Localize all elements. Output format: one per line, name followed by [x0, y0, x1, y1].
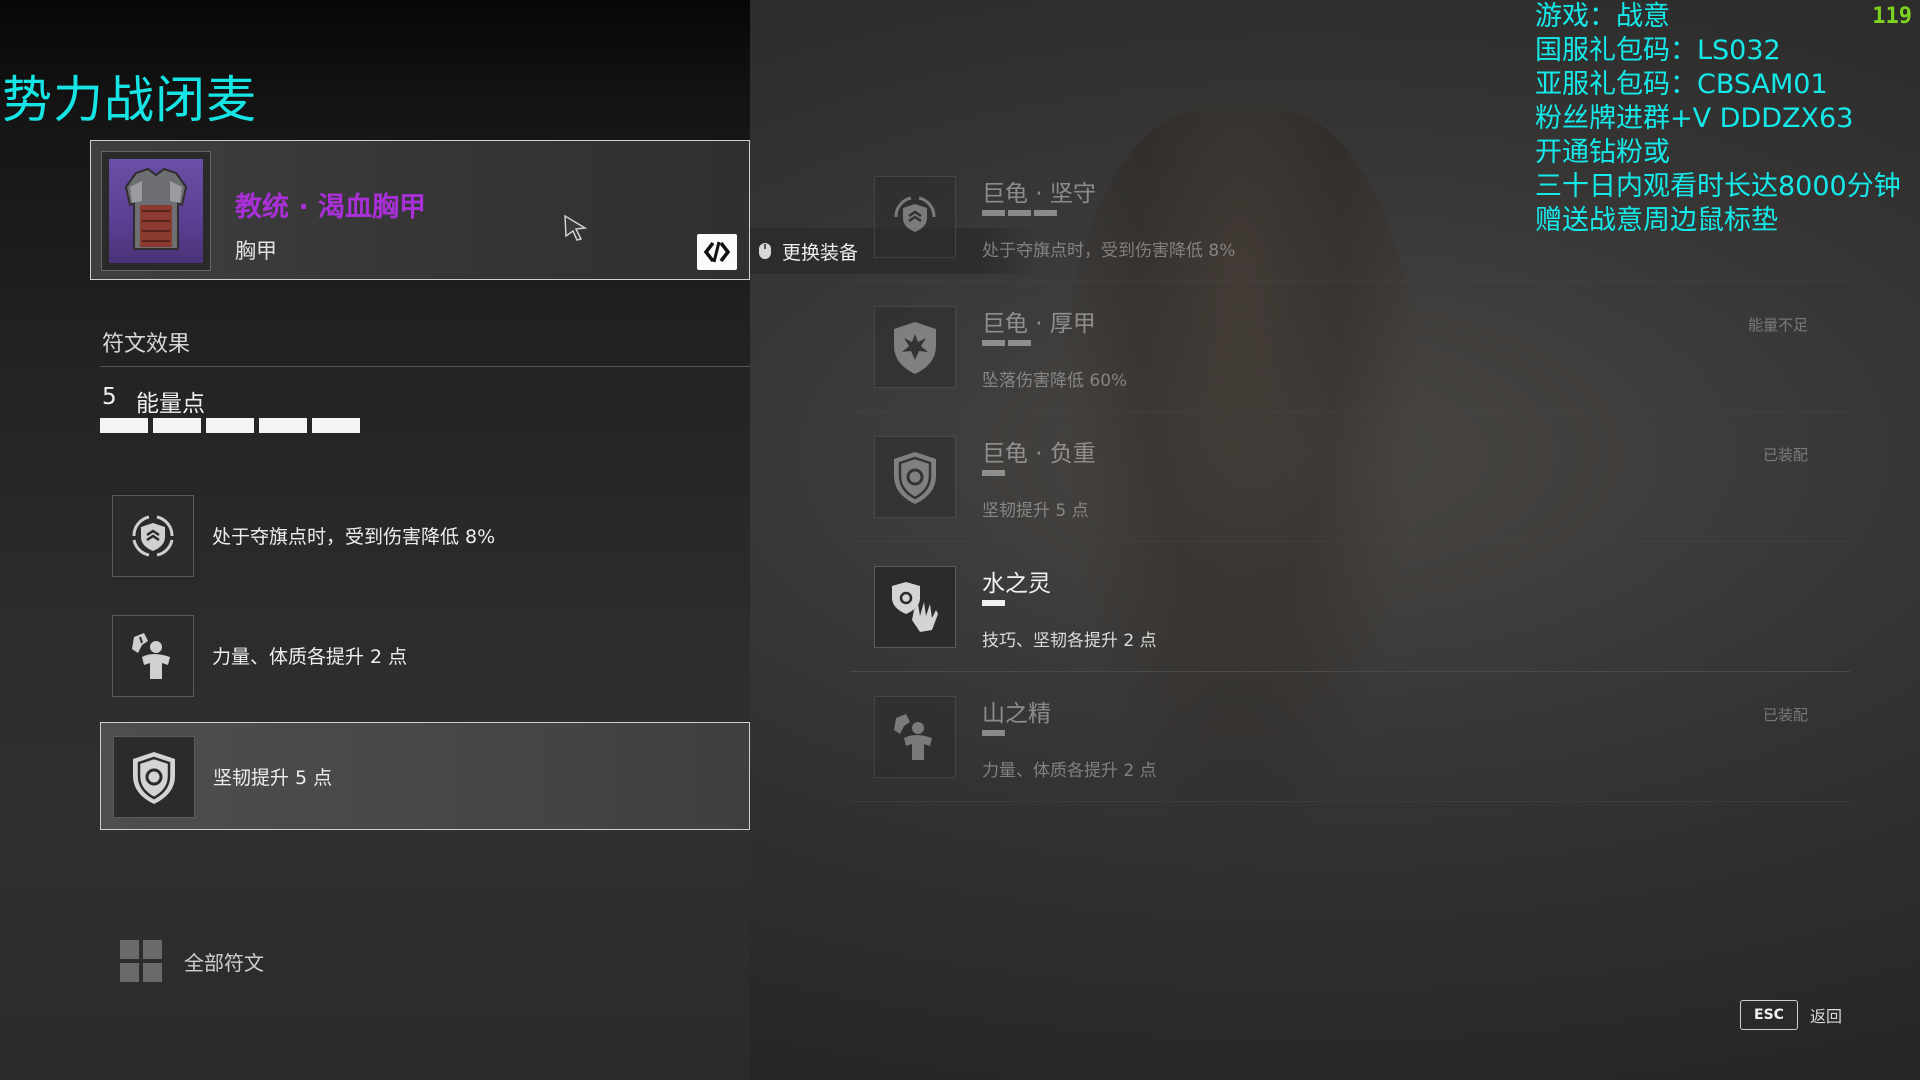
- rune-description: 处于夺旗点时，受到伤害降低 8%: [982, 241, 1236, 261]
- rune-list-item[interactable]: 水之灵 技巧、坚韧各提升 2 点: [850, 542, 1850, 672]
- rune-name: 水之灵: [982, 571, 1051, 597]
- grid-icon: [120, 940, 162, 982]
- overlay-line: 赠送战意周边鼠标垫: [1535, 205, 1778, 236]
- page-title: 势力战闭麦: [2, 71, 257, 129]
- fps-counter: 119: [1872, 4, 1912, 29]
- rune-effects-heading: 符文效果: [102, 332, 191, 357]
- all-runes-button[interactable]: 全部符文: [120, 940, 264, 982]
- energy-bars: [100, 418, 360, 433]
- overlay-line: 国服礼包码：LS032: [1535, 35, 1781, 66]
- rune-name: 巨龟 · 厚甲: [982, 311, 1096, 337]
- rune-cost-pips: [982, 730, 1005, 736]
- mouse-icon: [759, 243, 771, 259]
- equipment-card[interactable]: 教统 · 渴血胸甲 胸甲: [90, 140, 750, 280]
- stream-overlay: 游戏：战意 国服礼包码：LS032 亚服礼包码：CBSAM01 粉丝牌进群+V …: [1535, 0, 1920, 238]
- rune-effect-row-selected[interactable]: 坚韧提升 5 点: [100, 722, 750, 830]
- back-label: 返回: [1810, 1007, 1843, 1026]
- rune-cost-pips: [982, 600, 1005, 606]
- energy-value: 5: [102, 384, 117, 410]
- esc-key: ESC: [1740, 1000, 1798, 1030]
- overlay-line: 三十日内观看时长达8000分钟: [1535, 171, 1901, 202]
- rune-description: 技巧、坚韧各提升 2 点: [982, 631, 1157, 651]
- rune-effect-row[interactable]: 处于夺旗点时，受到伤害降低 8%: [100, 482, 750, 590]
- rune-list-item[interactable]: 山之精 力量、体质各提升 2 点 已装配: [850, 672, 1850, 802]
- rune-description: 坠落伤害降低 60%: [982, 371, 1128, 391]
- energy-bar: [259, 418, 307, 433]
- rune-list-item[interactable]: 巨龟 · 厚甲 坠落伤害降低 60% 能量不足: [850, 282, 1850, 412]
- rune-effect-row[interactable]: 力量、体质各提升 2 点: [100, 602, 750, 710]
- equipment-name: 教统 · 渴血胸甲: [235, 192, 427, 223]
- shield-splash-icon: [874, 306, 956, 388]
- rune-status: 能量不足: [1747, 316, 1808, 334]
- rune-name: 山之精: [982, 701, 1051, 727]
- energy-bar: [312, 418, 360, 433]
- overlay-line: 游戏：战意: [1535, 1, 1670, 32]
- rune-list-item[interactable]: 巨龟 · 负重 坚韧提升 5 点 已装配: [850, 412, 1850, 542]
- rune-status: 已装配: [1762, 706, 1808, 724]
- swap-equipment-label: 更换装备: [782, 241, 859, 264]
- shield-circle-icon: [113, 736, 195, 818]
- overlay-line: 开通钻粉或: [1535, 137, 1670, 168]
- strength-icon: [874, 696, 956, 778]
- rune-cost-pips: [982, 340, 1031, 346]
- all-runes-label: 全部符文: [184, 950, 264, 975]
- rune-cost-pips: [982, 470, 1005, 476]
- rune-effect-text: 处于夺旗点时，受到伤害降低 8%: [212, 526, 496, 548]
- rune-status: 已装配: [1762, 446, 1808, 464]
- strength-icon: [112, 615, 194, 697]
- equipment-thumbnail: [101, 151, 211, 271]
- rune-effect-text: 力量、体质各提升 2 点: [212, 646, 408, 668]
- shield-flag-icon: [112, 495, 194, 577]
- swap-icon: [703, 241, 731, 263]
- swap-equipment-button[interactable]: [697, 234, 737, 270]
- shield-flag-icon: [874, 176, 956, 258]
- chest-armor-icon: [124, 167, 188, 250]
- section-divider: [100, 366, 750, 367]
- energy-bar: [153, 418, 201, 433]
- rune-effect-text: 坚韧提升 5 点: [213, 767, 333, 789]
- energy-bar: [206, 418, 254, 433]
- equipment-type: 胸甲: [235, 239, 277, 263]
- shield-hand-icon: [874, 566, 956, 648]
- rune-cost-pips: [982, 210, 1057, 216]
- shield-circle-icon: [874, 436, 956, 518]
- energy-label: 能量点: [136, 391, 205, 417]
- rune-name: 巨龟 · 坚守: [982, 181, 1096, 207]
- rune-description: 坚韧提升 5 点: [982, 501, 1089, 521]
- overlay-line: 粉丝牌进群+V DDDZX63: [1535, 103, 1854, 134]
- rune-name: 巨龟 · 负重: [982, 441, 1096, 467]
- back-button[interactable]: ESC 返回: [1740, 1000, 1842, 1030]
- energy-bar: [100, 418, 148, 433]
- overlay-line: 亚服礼包码：CBSAM01: [1535, 69, 1828, 100]
- rune-description: 力量、体质各提升 2 点: [982, 761, 1157, 781]
- mouse-cursor-icon: [563, 214, 589, 246]
